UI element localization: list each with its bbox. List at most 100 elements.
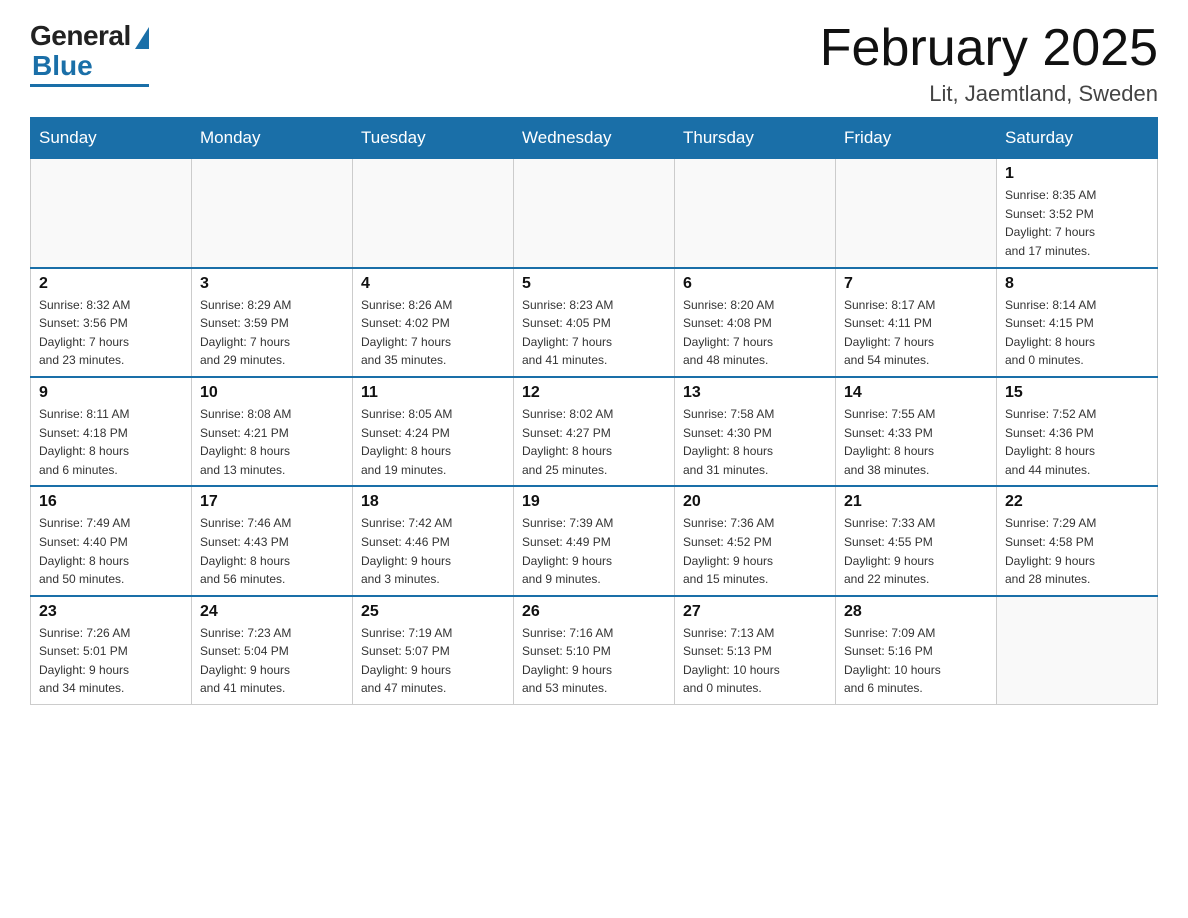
month-title: February 2025: [820, 20, 1158, 77]
calendar-day-cell: 7 Sunrise: 8:17 AMSunset: 4:11 PMDaylight…: [836, 268, 997, 377]
day-number: 18: [361, 493, 505, 511]
day-number: 16: [39, 493, 183, 511]
day-info: Sunrise: 7:29 AMSunset: 4:58 PMDaylight:…: [1005, 514, 1149, 588]
day-info: Sunrise: 8:35 AMSunset: 3:52 PMDaylight:…: [1005, 186, 1149, 260]
day-number: 25: [361, 603, 505, 621]
location-title: Lit, Jaemtland, Sweden: [820, 81, 1158, 107]
day-number: 7: [844, 275, 988, 293]
calendar-day-cell: 13 Sunrise: 7:58 AMSunset: 4:30 PMDayligh…: [675, 377, 836, 486]
day-info: Sunrise: 7:42 AMSunset: 4:46 PMDaylight:…: [361, 514, 505, 588]
day-number: 22: [1005, 493, 1149, 511]
day-number: 20: [683, 493, 827, 511]
weekday-header-row: SundayMondayTuesdayWednesdayThursdayFrid…: [31, 118, 1158, 159]
day-number: 12: [522, 384, 666, 402]
day-info: Sunrise: 8:08 AMSunset: 4:21 PMDaylight:…: [200, 405, 344, 479]
day-number: 1: [1005, 165, 1149, 183]
day-number: 28: [844, 603, 988, 621]
day-number: 5: [522, 275, 666, 293]
calendar-week-row: 9 Sunrise: 8:11 AMSunset: 4:18 PMDaylight…: [31, 377, 1158, 486]
logo: General Blue: [30, 20, 149, 87]
calendar-week-row: 23Sunrise: 7:26 AMSunset: 5:01 PMDayligh…: [31, 596, 1158, 705]
day-info: Sunrise: 7:49 AMSunset: 4:40 PMDaylight:…: [39, 514, 183, 588]
day-info: Sunrise: 8:11 AMSunset: 4:18 PMDaylight:…: [39, 405, 183, 479]
calendar-day-cell: [514, 159, 675, 268]
day-number: 13: [683, 384, 827, 402]
day-info: Sunrise: 8:05 AMSunset: 4:24 PMDaylight:…: [361, 405, 505, 479]
day-info: Sunrise: 7:58 AMSunset: 4:30 PMDaylight:…: [683, 405, 827, 479]
logo-blue-text: Blue: [32, 50, 93, 82]
day-info: Sunrise: 7:26 AMSunset: 5:01 PMDaylight:…: [39, 624, 183, 698]
weekday-header-sunday: Sunday: [31, 118, 192, 159]
day-info: Sunrise: 7:33 AMSunset: 4:55 PMDaylight:…: [844, 514, 988, 588]
calendar-day-cell: 23Sunrise: 7:26 AMSunset: 5:01 PMDayligh…: [31, 596, 192, 705]
day-number: 9: [39, 384, 183, 402]
logo-underline: [30, 84, 149, 87]
calendar-table: SundayMondayTuesdayWednesdayThursdayFrid…: [30, 117, 1158, 705]
calendar-day-cell: [836, 159, 997, 268]
calendar-day-cell: 19 Sunrise: 7:39 AMSunset: 4:49 PMDayligh…: [514, 486, 675, 595]
day-info: Sunrise: 7:36 AMSunset: 4:52 PMDaylight:…: [683, 514, 827, 588]
calendar-day-cell: [353, 159, 514, 268]
day-number: 24: [200, 603, 344, 621]
logo-general-text: General: [30, 20, 131, 52]
calendar-day-cell: 16 Sunrise: 7:49 AMSunset: 4:40 PMDayligh…: [31, 486, 192, 595]
day-info: Sunrise: 8:23 AMSunset: 4:05 PMDaylight:…: [522, 296, 666, 370]
calendar-day-cell: 6Sunrise: 8:20 AMSunset: 4:08 PMDaylight…: [675, 268, 836, 377]
day-info: Sunrise: 7:13 AMSunset: 5:13 PMDaylight:…: [683, 624, 827, 698]
calendar-day-cell: 10 Sunrise: 8:08 AMSunset: 4:21 PMDayligh…: [192, 377, 353, 486]
day-info: Sunrise: 8:32 AMSunset: 3:56 PMDaylight:…: [39, 296, 183, 370]
calendar-day-cell: 11 Sunrise: 8:05 AMSunset: 4:24 PMDayligh…: [353, 377, 514, 486]
weekday-header-friday: Friday: [836, 118, 997, 159]
calendar-day-cell: [31, 159, 192, 268]
day-number: 2: [39, 275, 183, 293]
weekday-header-monday: Monday: [192, 118, 353, 159]
day-info: Sunrise: 8:29 AMSunset: 3:59 PMDaylight:…: [200, 296, 344, 370]
day-info: Sunrise: 8:26 AMSunset: 4:02 PMDaylight:…: [361, 296, 505, 370]
day-info: Sunrise: 7:09 AMSunset: 5:16 PMDaylight:…: [844, 624, 988, 698]
day-number: 14: [844, 384, 988, 402]
calendar-day-cell: [997, 596, 1158, 705]
day-number: 4: [361, 275, 505, 293]
calendar-day-cell: 2 Sunrise: 8:32 AMSunset: 3:56 PMDaylight…: [31, 268, 192, 377]
day-number: 15: [1005, 384, 1149, 402]
calendar-day-cell: 27 Sunrise: 7:13 AMSunset: 5:13 PMDayligh…: [675, 596, 836, 705]
day-number: 11: [361, 384, 505, 402]
calendar-day-cell: 5 Sunrise: 8:23 AMSunset: 4:05 PMDaylight…: [514, 268, 675, 377]
calendar-day-cell: 14 Sunrise: 7:55 AMSunset: 4:33 PMDayligh…: [836, 377, 997, 486]
logo-triangle-icon: [135, 27, 149, 49]
weekday-header-tuesday: Tuesday: [353, 118, 514, 159]
day-number: 8: [1005, 275, 1149, 293]
day-number: 19: [522, 493, 666, 511]
weekday-header-wednesday: Wednesday: [514, 118, 675, 159]
calendar-day-cell: 25 Sunrise: 7:19 AMSunset: 5:07 PMDayligh…: [353, 596, 514, 705]
day-info: Sunrise: 7:16 AMSunset: 5:10 PMDaylight:…: [522, 624, 666, 698]
calendar-day-cell: [675, 159, 836, 268]
day-number: 6: [683, 275, 827, 293]
day-info: Sunrise: 7:19 AMSunset: 5:07 PMDaylight:…: [361, 624, 505, 698]
day-info: Sunrise: 7:39 AMSunset: 4:49 PMDaylight:…: [522, 514, 666, 588]
calendar-day-cell: 3 Sunrise: 8:29 AMSunset: 3:59 PMDaylight…: [192, 268, 353, 377]
day-number: 10: [200, 384, 344, 402]
day-info: Sunrise: 8:02 AMSunset: 4:27 PMDaylight:…: [522, 405, 666, 479]
calendar-day-cell: 28 Sunrise: 7:09 AMSunset: 5:16 PMDayligh…: [836, 596, 997, 705]
day-number: 26: [522, 603, 666, 621]
page-header: General Blue February 2025 Lit, Jaemtlan…: [30, 20, 1158, 107]
day-info: Sunrise: 7:46 AMSunset: 4:43 PMDaylight:…: [200, 514, 344, 588]
day-info: Sunrise: 8:17 AMSunset: 4:11 PMDaylight:…: [844, 296, 988, 370]
day-number: 3: [200, 275, 344, 293]
day-info: Sunrise: 7:23 AMSunset: 5:04 PMDaylight:…: [200, 624, 344, 698]
calendar-day-cell: 22 Sunrise: 7:29 AMSunset: 4:58 PMDayligh…: [997, 486, 1158, 595]
calendar-day-cell: 4 Sunrise: 8:26 AMSunset: 4:02 PMDaylight…: [353, 268, 514, 377]
day-number: 27: [683, 603, 827, 621]
calendar-week-row: 2 Sunrise: 8:32 AMSunset: 3:56 PMDaylight…: [31, 268, 1158, 377]
day-info: Sunrise: 8:14 AMSunset: 4:15 PMDaylight:…: [1005, 296, 1149, 370]
day-info: Sunrise: 7:55 AMSunset: 4:33 PMDaylight:…: [844, 405, 988, 479]
weekday-header-saturday: Saturday: [997, 118, 1158, 159]
calendar-day-cell: 15 Sunrise: 7:52 AMSunset: 4:36 PMDayligh…: [997, 377, 1158, 486]
weekday-header-thursday: Thursday: [675, 118, 836, 159]
calendar-day-cell: [192, 159, 353, 268]
day-info: Sunrise: 7:52 AMSunset: 4:36 PMDaylight:…: [1005, 405, 1149, 479]
calendar-day-cell: 8 Sunrise: 8:14 AMSunset: 4:15 PMDaylight…: [997, 268, 1158, 377]
day-number: 21: [844, 493, 988, 511]
calendar-day-cell: 18 Sunrise: 7:42 AMSunset: 4:46 PMDayligh…: [353, 486, 514, 595]
